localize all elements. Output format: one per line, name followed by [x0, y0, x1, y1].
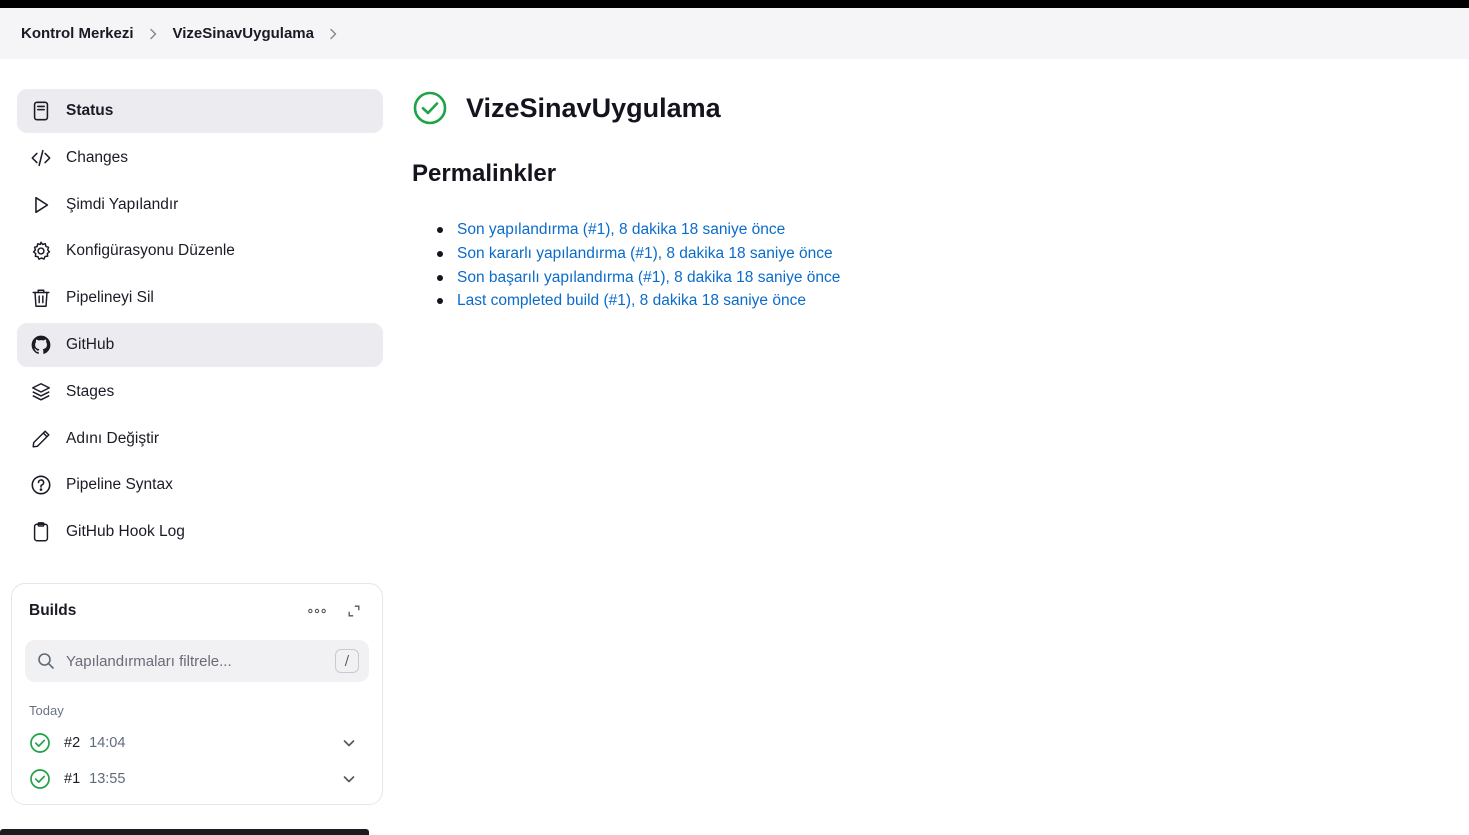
builds-filter: /: [25, 640, 369, 682]
breadcrumb-item-job[interactable]: VizeSinavUygulama: [173, 25, 314, 42]
sidebar-item-label: Pipelineyi Sil: [66, 289, 154, 307]
document-icon: [29, 99, 53, 123]
permalinks-list: Son yapılandırma (#1), 8 dakika 18 saniy…: [437, 219, 840, 314]
builds-title: Builds: [29, 602, 77, 619]
sidebar-item-label: Pipeline Syntax: [66, 476, 173, 494]
breadcrumb: Kontrol Merkezi VizeSinavUygulama: [0, 8, 1469, 59]
top-edge-bar: [0, 0, 1469, 8]
chevron-down-icon[interactable]: [341, 735, 357, 751]
sidebar-item-label: GitHub Hook Log: [66, 523, 185, 541]
gear-icon: [29, 239, 53, 263]
sidebar: Status Changes Şimdi Yapılandır Konfigür…: [17, 89, 383, 557]
sidebar-item-rename[interactable]: Adını Değiştir: [17, 417, 383, 461]
list-item: Son başarılı yapılandırma (#1), 8 dakika…: [437, 267, 840, 291]
page-title: VizeSinavUygulama: [466, 92, 721, 123]
sidebar-item-label: Changes: [66, 148, 129, 166]
permalink-last-completed-build[interactable]: Last completed build (#1), 8 dakika 18 s…: [457, 292, 806, 309]
sidebar-item-pipeline-syntax[interactable]: Pipeline Syntax: [17, 463, 383, 507]
list-item: Son kararlı yapılandırma (#1), 8 dakika …: [437, 243, 840, 267]
success-icon: [29, 768, 51, 790]
permalink-last-successful-build[interactable]: Son başarılı yapılandırma (#1), 8 dakika…: [457, 269, 840, 286]
permalink-last-build[interactable]: Son yapılandırma (#1), 8 dakika 18 saniy…: [457, 221, 785, 238]
keyboard-shortcut-hint: /: [335, 649, 359, 673]
sidebar-item-label: Şimdi Yapılandır: [66, 195, 179, 213]
pencil-icon: [29, 427, 53, 451]
sidebar-item-label: Konfigürasyonu Düzenle: [66, 242, 235, 260]
build-filter-input[interactable]: [66, 652, 316, 670]
sidebar-item-label: Stages: [66, 382, 115, 400]
breadcrumb-item-dashboard[interactable]: Kontrol Merkezi: [21, 25, 134, 42]
sidebar-item-configure[interactable]: Konfigürasyonu Düzenle: [17, 229, 383, 273]
sidebar-item-label: GitHub: [66, 335, 115, 353]
list-item: Last completed build (#1), 8 dakika 18 s…: [437, 290, 840, 314]
build-time: 14:04: [89, 735, 126, 751]
sidebar-item-build-now[interactable]: Şimdi Yapılandır: [17, 183, 383, 227]
expand-icon[interactable]: [343, 600, 365, 622]
builds-panel: Builds / Today #2 14:04 #1 13:55: [11, 583, 383, 805]
sidebar-item-stages[interactable]: Stages: [17, 370, 383, 414]
page-header: VizeSinavUygulama: [412, 90, 721, 126]
build-time: 13:55: [89, 771, 126, 787]
build-row[interactable]: #2 14:04: [29, 729, 369, 757]
sidebar-item-status[interactable]: Status: [17, 89, 383, 133]
sidebar-item-label: Status: [66, 102, 114, 119]
list-item: Son yapılandırma (#1), 8 dakika 18 saniy…: [437, 219, 840, 243]
permalink-last-stable-build[interactable]: Son kararlı yapılandırma (#1), 8 dakika …: [457, 245, 833, 262]
play-icon: [29, 193, 53, 217]
layers-icon: [29, 380, 53, 404]
permalinks-heading: Permalinkler: [412, 160, 557, 187]
build-number[interactable]: #1: [64, 771, 80, 787]
sidebar-item-delete-pipeline[interactable]: Pipelineyi Sil: [17, 276, 383, 320]
chevron-right-icon[interactable]: [314, 28, 353, 40]
sidebar-item-github[interactable]: GitHub: [17, 322, 383, 367]
sidebar-item-github-hook-log[interactable]: GitHub Hook Log: [17, 510, 383, 554]
build-number[interactable]: #2: [64, 735, 80, 751]
clipboard-icon: [29, 520, 53, 544]
search-icon: [36, 651, 56, 671]
trash-icon: [29, 286, 53, 310]
success-status-icon: [412, 90, 448, 126]
help-circle-icon: [29, 473, 53, 497]
sidebar-item-changes[interactable]: Changes: [17, 136, 383, 180]
builds-group-label: Today: [29, 703, 64, 718]
sidebar-item-label: Adını Değiştir: [66, 429, 160, 447]
code-icon: [29, 146, 53, 170]
chevron-down-icon[interactable]: [341, 771, 357, 787]
success-icon: [29, 732, 51, 754]
github-icon: [29, 333, 53, 357]
more-options-icon[interactable]: [305, 600, 329, 622]
bottom-edge-bar: [0, 829, 369, 835]
build-row[interactable]: #1 13:55: [29, 765, 369, 793]
chevron-right-icon: [134, 28, 173, 40]
